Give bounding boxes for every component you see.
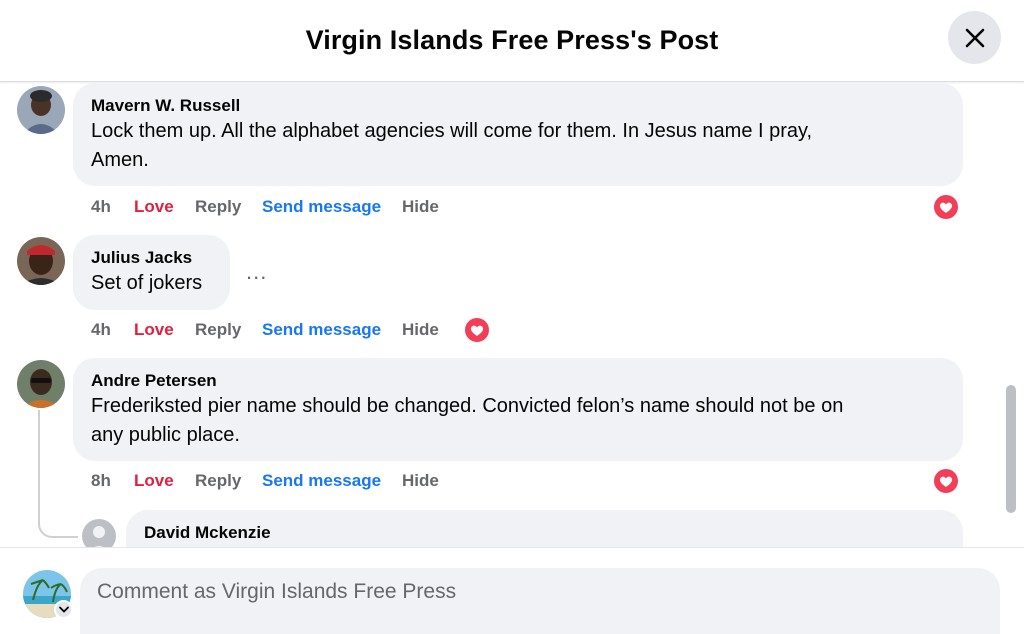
comment-bubble: Andre Petersen Frederiksted pier name sh…: [73, 358, 963, 461]
reaction-count[interactable]: [932, 193, 960, 221]
avatar[interactable]: [82, 519, 116, 547]
reply-thread-line: [38, 410, 78, 538]
love-button[interactable]: Love: [134, 471, 174, 491]
comment-author[interactable]: Mavern W. Russell: [91, 95, 945, 117]
reply-button[interactable]: Reply: [195, 471, 241, 491]
scrollbar[interactable]: [1006, 385, 1016, 513]
reaction-count[interactable]: [932, 467, 960, 495]
reply-button[interactable]: Reply: [195, 197, 241, 217]
avatar[interactable]: [17, 360, 65, 408]
close-button[interactable]: [948, 11, 1001, 64]
dialog-header: Virgin Islands Free Press's Post: [0, 0, 1024, 82]
heart-icon: [939, 476, 953, 487]
send-message-button[interactable]: Send message: [262, 197, 381, 217]
comments-feed[interactable]: Mavern W. Russell Lock them up. All the …: [0, 83, 1024, 547]
comment-text: Frederiksted pier name should be changed…: [91, 395, 844, 417]
love-button[interactable]: Love: [134, 197, 174, 217]
love-button[interactable]: Love: [134, 320, 174, 340]
comment-bubble: Mavern W. Russell Lock them up. All the …: [73, 83, 963, 186]
comment-composer-area: Comment as Virgin Islands Free Press: [0, 547, 1024, 634]
dialog-title: Virgin Islands Free Press's Post: [305, 25, 719, 55]
heart-icon: [939, 202, 953, 213]
comment-text: Set of jokers: [91, 272, 203, 294]
heart-icon: [470, 325, 484, 336]
chevron-down-icon: [58, 606, 69, 613]
comment-bubble: Julius Jacks Set of jokers: [73, 235, 230, 310]
avatar[interactable]: [17, 237, 65, 285]
switch-profile-button[interactable]: [54, 600, 73, 619]
hide-button[interactable]: Hide: [402, 320, 439, 340]
send-message-button[interactable]: Send message: [262, 471, 381, 491]
comment-author[interactable]: David Mckenzie: [144, 522, 945, 544]
comment-bubble: David Mckenzie: [126, 510, 963, 547]
reply-button[interactable]: Reply: [195, 320, 241, 340]
hide-button[interactable]: Hide: [402, 471, 439, 491]
close-icon: [965, 28, 984, 47]
comment-input[interactable]: Comment as Virgin Islands Free Press: [80, 568, 1000, 634]
comment-text: Lock them up. All the alphabet agencies …: [91, 120, 813, 142]
comment-time[interactable]: 8h: [91, 471, 111, 491]
avatar[interactable]: [17, 86, 65, 134]
reaction-count[interactable]: [463, 316, 491, 344]
comment-text: any public place.: [91, 424, 240, 446]
comment-author[interactable]: Julius Jacks: [91, 247, 212, 269]
comment-time[interactable]: 4h: [91, 320, 111, 340]
comment-author[interactable]: Andre Petersen: [91, 370, 945, 392]
comment-text: Amen.: [91, 149, 149, 171]
hide-button[interactable]: Hide: [402, 197, 439, 217]
more-options-button[interactable]: ...: [246, 261, 267, 283]
comment-time[interactable]: 4h: [91, 197, 111, 217]
send-message-button[interactable]: Send message: [262, 320, 381, 340]
